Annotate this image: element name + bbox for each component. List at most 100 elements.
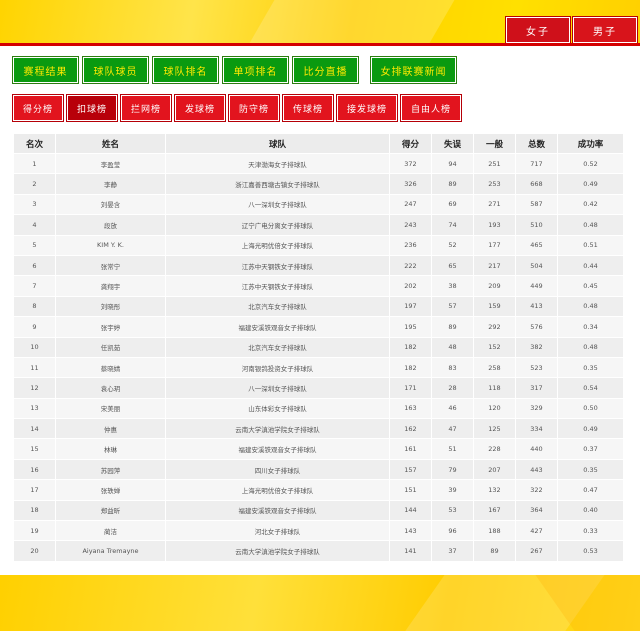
cell-total: 329 — [515, 397, 558, 420]
cell-total: 465 — [515, 234, 558, 256]
cell-team: 浙江嘉善西塘古镇女子排球队 — [165, 173, 390, 195]
header-rank: 名次 — [13, 133, 56, 154]
cell-success-rate: 0.50 — [557, 397, 624, 420]
cell-general: 167 — [473, 499, 516, 522]
cell-player-name: 郑益昕 — [55, 499, 166, 522]
cell-errors: 65 — [431, 254, 474, 277]
table-row: 5 KIM Y. K. 上海光明优倍女子排球队 236 52 177 465 0.51 — [13, 234, 624, 256]
header-name: 姓名 — [55, 133, 166, 154]
table-row: 17 张轶婵 上海光明优倍女子排球队 151 39 132 322 0.47 — [13, 479, 624, 501]
cell-rank: 14 — [13, 418, 56, 440]
cell-general: 228 — [473, 438, 516, 460]
cell-success-rate: 0.35 — [557, 356, 624, 379]
tab-blocking[interactable]: 拦网榜 — [121, 95, 171, 121]
cell-general: 271 — [473, 193, 516, 216]
cell-total: 668 — [515, 173, 558, 195]
table-row: 10 任凯茹 北京汽车女子排球队 182 48 152 382 0.48 — [13, 336, 624, 358]
cell-errors: 28 — [431, 377, 474, 399]
cell-team: 河南银鸽投资女子排球队 — [165, 356, 390, 379]
header-team: 球队 — [165, 133, 390, 154]
cell-points: 171 — [389, 377, 432, 399]
cell-success-rate: 0.35 — [557, 458, 624, 481]
cell-total: 504 — [515, 254, 558, 277]
cell-player-name: 刘晓彤 — [55, 295, 166, 318]
table-body: 1 李盈莹 天津渤海女子排球队 372 94 251 717 0.52 2 李静 浙江嘉善西塘古镇女… — [13, 152, 624, 562]
tab-men[interactable]: 男子 — [573, 17, 637, 43]
cell-points: 161 — [389, 438, 432, 460]
table-header-row: 名次 姓名 球队 得分 失误 一般 总数 成功率 — [13, 133, 624, 154]
nav-teams-players[interactable]: 球队球员 — [83, 57, 148, 83]
cell-success-rate: 0.53 — [557, 540, 624, 562]
cell-points: 247 — [389, 193, 432, 216]
cell-success-rate: 0.48 — [557, 336, 624, 358]
cell-general: 217 — [473, 254, 516, 277]
tab-serving[interactable]: 发球榜 — [175, 95, 225, 121]
nav-individual-rankings[interactable]: 单项排名 — [223, 57, 288, 83]
cell-points: 182 — [389, 336, 432, 358]
table-row: 7 龚翔宇 江苏中天钢铁女子排球队 202 38 209 449 0.45 — [13, 275, 624, 297]
cell-rank: 10 — [13, 336, 56, 358]
table-row: 20 Aiyana Tremayne 云南大学滇池学院女子排球队 141 37 89 267… — [13, 540, 624, 562]
cell-player-name: 仲惠 — [55, 418, 166, 440]
cell-total: 440 — [515, 438, 558, 460]
cell-rank: 18 — [13, 499, 56, 522]
cell-team: 福建安溪铁观音女子排球队 — [165, 316, 390, 338]
tab-libero[interactable]: 自由人榜 — [401, 95, 461, 121]
cell-success-rate: 0.49 — [557, 418, 624, 440]
cell-errors: 39 — [431, 479, 474, 501]
tab-women[interactable]: 女子 — [506, 17, 570, 43]
header-success-rate: 成功率 — [557, 133, 624, 154]
cell-points: 182 — [389, 356, 432, 379]
nav-league-news[interactable]: 女排联赛新闻 — [371, 57, 456, 83]
cell-total: 443 — [515, 458, 558, 481]
cell-general: 125 — [473, 418, 516, 440]
cell-points: 195 — [389, 316, 432, 338]
cell-rank: 17 — [13, 479, 56, 501]
cell-team: 河北女子排球队 — [165, 520, 390, 542]
cell-points: 144 — [389, 499, 432, 522]
cell-player-name: 李静 — [55, 173, 166, 195]
cell-total: 413 — [515, 295, 558, 318]
table-row: 8 刘晓彤 北京汽车女子排球队 197 57 159 413 0.48 — [13, 295, 624, 318]
table-row: 2 李静 浙江嘉善西塘古镇女子排球队 326 89 253 668 0.49 — [13, 173, 624, 195]
cell-player-name: 苏园萍 — [55, 458, 166, 481]
cell-errors: 37 — [431, 540, 474, 562]
nav-live-scores[interactable]: 比分直播 — [293, 57, 358, 83]
cell-team: 四川女子排球队 — [165, 458, 390, 481]
table-row: 19 蔺洁 河北女子排球队 143 96 188 427 0.33 — [13, 520, 624, 542]
bottom-banner — [0, 575, 640, 631]
cell-general: 251 — [473, 152, 516, 175]
cell-player-name: Aiyana Tremayne — [55, 540, 166, 562]
tab-attack[interactable]: 扣球榜 — [67, 95, 117, 121]
cell-total: 267 — [515, 540, 558, 562]
cell-errors: 57 — [431, 295, 474, 318]
cell-points: 222 — [389, 254, 432, 277]
cell-team: 北京汽车女子排球队 — [165, 295, 390, 318]
table-row: 14 仲惠 云南大学滇池学院女子排球队 162 47 125 334 0.49 — [13, 418, 624, 440]
table-row: 13 宋美丽 山东体彩女子排球队 163 46 120 329 0.50 — [13, 397, 624, 420]
nav-team-rankings[interactable]: 球队排名 — [153, 57, 218, 83]
cell-total: 334 — [515, 418, 558, 440]
cell-player-name: 张常宁 — [55, 254, 166, 277]
cell-team: 北京汽车女子排球队 — [165, 336, 390, 358]
tab-reception[interactable]: 接发球榜 — [337, 95, 397, 121]
table-row: 12 袁心玥 八一深圳女子排球队 171 28 118 317 0.54 — [13, 377, 624, 399]
nav-schedule-results[interactable]: 赛程结果 — [13, 57, 78, 83]
tab-setting[interactable]: 传球榜 — [283, 95, 333, 121]
cell-errors: 89 — [431, 316, 474, 338]
tab-defense[interactable]: 防守榜 — [229, 95, 279, 121]
stats-nav: 得分榜 扣球榜 拦网榜 发球榜 防守榜 传球榜 接发球榜 自由人榜 — [13, 95, 465, 121]
table-row: 11 蔡晓婧 河南银鸽投资女子排球队 182 83 258 523 0.35 — [13, 356, 624, 379]
cell-errors: 46 — [431, 397, 474, 420]
cell-points: 163 — [389, 397, 432, 420]
tab-scoring[interactable]: 得分榜 — [13, 95, 63, 121]
cell-errors: 47 — [431, 418, 474, 440]
table-row: 18 郑益昕 福建安溪铁观音女子排球队 144 53 167 364 0.40 — [13, 499, 624, 522]
cell-points: 372 — [389, 152, 432, 175]
cell-rank: 9 — [13, 316, 56, 338]
cell-rank: 8 — [13, 295, 56, 318]
cell-team: 上海光明优倍女子排球队 — [165, 479, 390, 501]
cell-errors: 53 — [431, 499, 474, 522]
cell-total: 510 — [515, 214, 558, 236]
cell-success-rate: 0.48 — [557, 295, 624, 318]
